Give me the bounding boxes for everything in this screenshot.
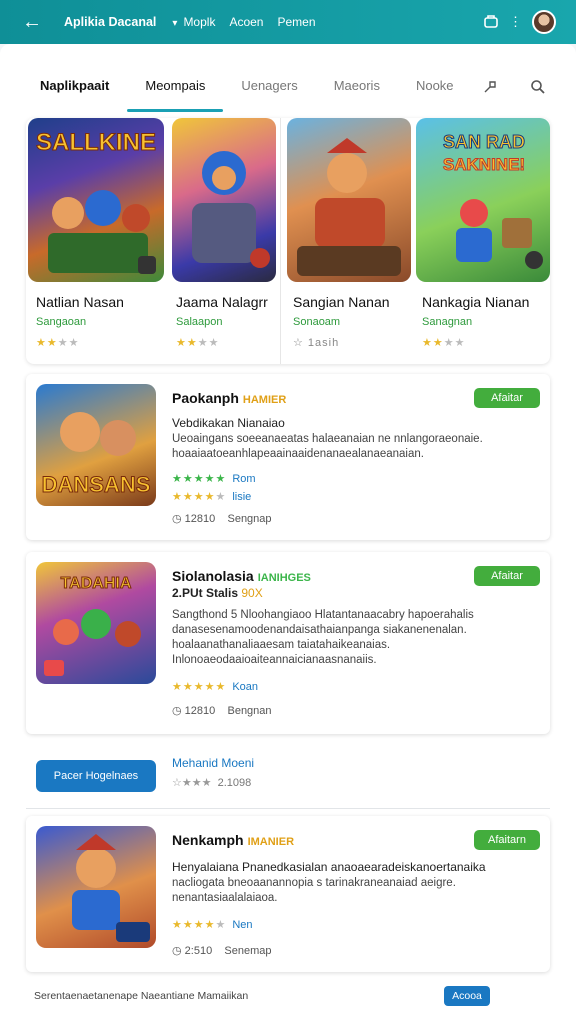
tab-home[interactable]: Naplikpaait bbox=[24, 66, 127, 112]
install-button[interactable]: Afaitar bbox=[474, 566, 540, 586]
main-panel: Naplikpaait Meompais Uenagers Maeoris No… bbox=[0, 44, 576, 1024]
footer-button[interactable]: Acooa bbox=[444, 986, 490, 1006]
promo-title[interactable]: Mehanid Moeni bbox=[172, 756, 254, 770]
game-developer: Sanagnan bbox=[422, 316, 473, 328]
game-icon[interactable] bbox=[36, 826, 156, 948]
game-tag: IANIHGES bbox=[257, 572, 311, 584]
star-rating: ★★★★ bbox=[176, 337, 220, 349]
divider bbox=[26, 808, 550, 809]
featured-game-card[interactable]: SAN RAD SAKNINE! Nankagia Nianan Sanagna… bbox=[412, 118, 550, 364]
game-tag: HAMIER bbox=[242, 394, 287, 406]
top-app-bar: ← Aplikia Dacanal Moplk Acoen Pemen ⋮ bbox=[0, 0, 576, 44]
game-list-card[interactable]: DANSANS Paokanph HAMIER Afaitar Vebdikaka… bbox=[26, 374, 550, 540]
top-nav-item[interactable]: Acoen bbox=[229, 15, 263, 29]
featured-games-row: SALLKINE Natlian Nasan Sangaoan ★★★★ Jaa… bbox=[26, 118, 550, 364]
game-icon[interactable]: DANSANS bbox=[36, 384, 156, 506]
tab-games[interactable]: Meompais bbox=[127, 66, 224, 112]
rating-row: ★★★★★ Rom bbox=[172, 473, 256, 485]
install-button[interactable]: Afaitar bbox=[474, 388, 540, 408]
meta-row: ◷ 12810 Sengnap bbox=[172, 513, 272, 525]
footer-text: Serentaenaetanenape Naeantiane Mamaiikan bbox=[34, 990, 249, 1002]
rating-row: ★★★★★ Nen bbox=[172, 919, 253, 931]
avatar[interactable] bbox=[532, 10, 556, 34]
top-nav-item[interactable]: Pemen bbox=[277, 15, 315, 29]
install-button[interactable]: Afaitarn bbox=[474, 830, 540, 850]
game-description: Ueoaingans soeeanaeatas halaeanaian ne n… bbox=[172, 433, 483, 460]
game-description: nacliogata bneoaanannopia s tarinakranea… bbox=[172, 877, 456, 904]
tab-books[interactable]: Nooke bbox=[398, 66, 472, 112]
game-title: Nenkamph IMANIER bbox=[172, 832, 295, 848]
rating-row-secondary: ★★★★★ lisie bbox=[172, 491, 252, 503]
game-developer: Sangaoan bbox=[36, 316, 87, 328]
meta-row: ◷ 12810 Bengnan bbox=[172, 705, 272, 717]
top-nav: Moplk Acoen Pemen bbox=[172, 15, 315, 29]
back-arrow-icon[interactable]: ← bbox=[22, 11, 42, 34]
svg-text:SAN RAD: SAN RAD bbox=[443, 132, 525, 152]
featured-game-card[interactable]: Sangian Nanan Sonaoam ☆ 1asih bbox=[280, 118, 412, 364]
top-actions: ⋮ bbox=[483, 10, 556, 34]
game-subtitle: Vebdikakan Nianaiao bbox=[172, 416, 285, 430]
game-list-card[interactable]: TADAHIA Siolanolasia IANIHGES Afaitar 2.P… bbox=[26, 552, 550, 734]
game-thumbnail[interactable]: SALLKINE bbox=[28, 118, 164, 282]
more-options-icon[interactable]: ⋮ bbox=[509, 14, 522, 30]
share-icon[interactable] bbox=[482, 79, 498, 100]
game-thumbnail[interactable] bbox=[287, 118, 411, 282]
app-title: Aplikia Dacanal bbox=[64, 15, 157, 29]
game-name: Jaama Nalagrr bbox=[176, 294, 268, 310]
star-rating: ★★★★ bbox=[36, 337, 80, 349]
category-tabs: Naplikpaait Meompais Uenagers Maeoris No… bbox=[24, 66, 552, 112]
promo-rating: ☆★★★ 2.1098 bbox=[172, 777, 252, 789]
game-developer: Sonaoam bbox=[293, 316, 341, 328]
star-rating: ★★★★ bbox=[422, 337, 466, 349]
game-description: Sangthond 5 Nloohangiaoo Hlatantanaacabr… bbox=[172, 609, 474, 666]
game-title: Siolanolasia IANIHGES bbox=[172, 568, 311, 584]
promo-button[interactable]: Pacer Hogelnaes bbox=[36, 760, 156, 792]
featured-game-card[interactable]: Jaama Nalagrr Salaapon ★★★★ bbox=[172, 118, 280, 364]
top-nav-item[interactable]: Moplk bbox=[172, 15, 215, 29]
tab-movies[interactable]: Maeoris bbox=[316, 66, 398, 112]
game-name: Nankagia Nianan bbox=[422, 294, 530, 310]
svg-text:SALLKINE: SALLKINE bbox=[36, 129, 156, 156]
tab-managers[interactable]: Uenagers bbox=[223, 66, 315, 112]
game-title: Paokanph HAMIER bbox=[172, 390, 287, 406]
game-name: Sangian Nanan bbox=[293, 294, 390, 310]
game-icon[interactable]: TADAHIA bbox=[36, 562, 156, 684]
bag-icon[interactable] bbox=[483, 13, 499, 32]
svg-text:DANSANS: DANSANS bbox=[42, 472, 151, 497]
game-subtitle: 2.PUt Stalis 90X bbox=[172, 586, 263, 600]
svg-text:TADAHIA: TADAHIA bbox=[61, 575, 132, 592]
game-thumbnail[interactable]: SAN RAD SAKNINE! bbox=[416, 118, 550, 282]
game-thumbnail[interactable] bbox=[172, 118, 276, 282]
game-list-card[interactable]: Nenkamph IMANIER Afaitarn Henyalaiana Pna… bbox=[26, 816, 550, 972]
game-name: Natlian Nasan bbox=[36, 294, 124, 310]
meta-row: ◷ 2:510 Senemap bbox=[172, 945, 272, 957]
game-tag: IMANIER bbox=[247, 836, 295, 848]
rating-row: ★★★★★ Koan bbox=[172, 681, 259, 693]
svg-text:SAKNINE!: SAKNINE! bbox=[443, 155, 525, 174]
game-developer: Salaapon bbox=[176, 316, 223, 328]
featured-game-card[interactable]: SALLKINE Natlian Nasan Sangaoan ★★★★ bbox=[26, 118, 172, 364]
search-icon[interactable] bbox=[530, 79, 546, 100]
game-subtitle: Henyalaiana Pnanedkasialan anaoaearadeis… bbox=[172, 860, 486, 874]
tab-actions bbox=[482, 79, 546, 100]
install-count: ☆ 1asih bbox=[293, 337, 340, 349]
